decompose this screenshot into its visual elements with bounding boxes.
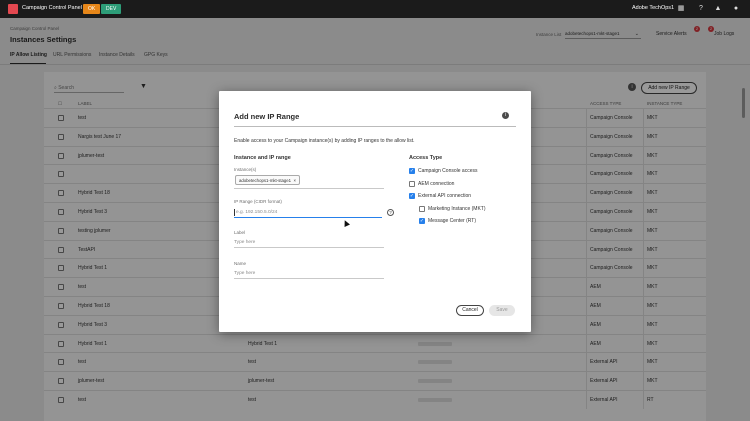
text-caret xyxy=(234,209,235,216)
checkmark-icon: ✓ xyxy=(409,193,415,199)
checkbox-label: Campaign Console access xyxy=(418,168,478,174)
section-access-type: Access Type xyxy=(409,155,443,161)
instances-field[interactable] xyxy=(234,188,384,189)
top-app-bar: Campaign Control Panel OK DEV Adobe Tech… xyxy=(0,0,750,18)
label-field-label: Label xyxy=(234,230,246,235)
apps-grid-icon[interactable]: ▦ xyxy=(677,5,685,13)
ip-range-placeholder: e.g. 192.150.5.0/24 xyxy=(236,210,278,215)
ip-range-input[interactable]: e.g. 192.150.5.0/24 xyxy=(234,208,382,218)
checkbox-label: Message Center (RT) xyxy=(428,218,476,224)
ip-range-label: IP Range (CIDR format) xyxy=(234,199,282,204)
help-icon[interactable]: ? xyxy=(697,5,705,13)
dialog-title: Add new IP Range xyxy=(234,112,300,121)
name-field-label: Name xyxy=(234,261,247,266)
env-tag-ok: OK xyxy=(83,4,101,14)
instances-label: Instance(s) xyxy=(234,167,257,172)
close-icon[interactable]: × xyxy=(293,176,296,185)
instance-chip-label: adobetechops1-mkt-stage1 xyxy=(239,178,292,183)
env-tag-dev: DEV xyxy=(101,4,122,14)
add-ip-range-dialog: Add new IP Range i Enable access to your… xyxy=(219,91,531,332)
label-input[interactable]: Type here xyxy=(234,238,384,248)
checkbox-label: Marketing Instance (MKT) xyxy=(428,206,486,212)
dialog-description: Enable access to your Campaign instance(… xyxy=(234,138,415,144)
app-title: Campaign Control Panel xyxy=(22,5,82,11)
checkmark-icon: ✓ xyxy=(419,218,425,224)
checkbox-box xyxy=(419,206,425,212)
checkbox-box xyxy=(409,181,415,187)
bell-icon[interactable]: ▲ xyxy=(714,5,722,13)
instance-chip[interactable]: adobetechops1-mkt-stage1 × xyxy=(235,175,300,185)
name-placeholder: Type here xyxy=(234,271,256,276)
checkmark-icon: ✓ xyxy=(409,168,415,174)
dialog-divider xyxy=(234,126,516,127)
save-button[interactable]: Save xyxy=(489,305,515,316)
name-input[interactable]: Type here xyxy=(234,269,384,279)
help-icon[interactable]: ? xyxy=(387,209,394,216)
label-placeholder: Type here xyxy=(234,240,256,245)
cancel-button[interactable]: Cancel xyxy=(456,305,484,316)
checkbox-label: AEM connection xyxy=(418,181,455,187)
checkbox-label: External API connection xyxy=(418,193,472,199)
section-instance-ip: Instance and IP range xyxy=(234,155,291,161)
adobe-logo-icon xyxy=(8,4,18,14)
info-icon[interactable]: i xyxy=(502,112,509,119)
org-name[interactable]: Adobe TechOps1 xyxy=(632,5,674,11)
user-avatar-icon[interactable]: ● xyxy=(732,5,740,13)
